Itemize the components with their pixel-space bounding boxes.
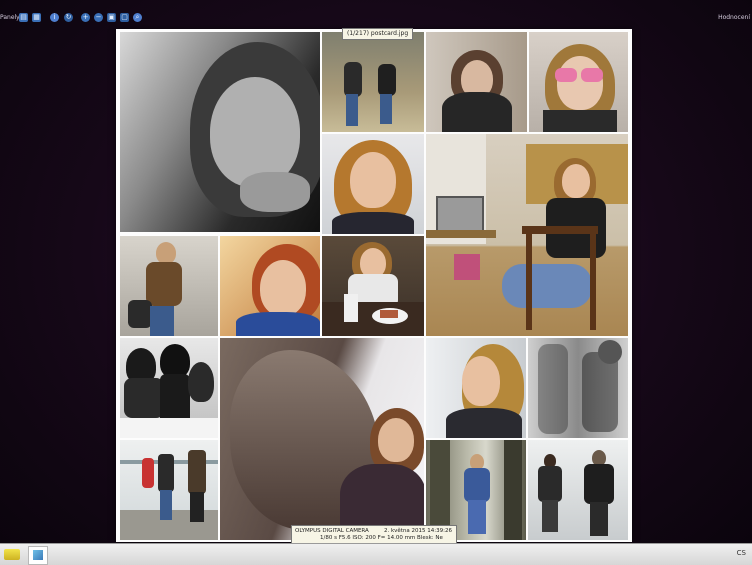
zoom-in-icon[interactable]: + — [81, 13, 90, 22]
image-viewer-icon — [33, 550, 43, 560]
photo-tile-curly-smile — [322, 134, 424, 234]
taskbar-app-viewer[interactable] — [28, 546, 48, 565]
info-icon[interactable]: i — [50, 13, 59, 22]
photo-tile-cafe-table — [322, 236, 424, 336]
search-icon[interactable]: ⌕ — [133, 13, 142, 22]
photo-tile-walking-couple — [322, 32, 424, 132]
viewer-toolbar: Panely: ▤ ▦ i ↻ + − ▣ ▢ ⌕ Hodnocení — [0, 10, 752, 28]
refresh-icon[interactable]: ↻ — [64, 13, 73, 22]
photo-tile-sandstone-rock — [220, 338, 424, 540]
photo-tile-backpack — [120, 236, 218, 336]
photo-tile-bw-group — [120, 338, 218, 438]
taskbar: CS — [0, 543, 752, 565]
filename-tooltip: (1/217) postcard.jpg — [342, 28, 414, 40]
photo-tile-pink-binoculars — [529, 32, 628, 132]
tray-language[interactable]: CS — [737, 549, 746, 557]
panel-icon[interactable]: ▤ — [19, 13, 28, 22]
photo-tile-chin-portrait — [426, 32, 527, 132]
fullscreen-icon[interactable]: ▢ — [120, 13, 129, 22]
image-canvas[interactable] — [116, 29, 632, 542]
exif-camera: OLYMPUS DIGITAL CAMERA — [295, 528, 369, 534]
zoom-out-icon[interactable]: − — [94, 13, 103, 22]
grid-icon[interactable]: ▦ — [32, 13, 41, 22]
photo-tile-red-hair-laugh — [220, 236, 320, 336]
photo-tile-bw-portrait — [120, 32, 320, 232]
exif-info-tooltip: OLYMPUS DIGITAL CAMERA 2. května 2015 14… — [291, 525, 457, 544]
photo-tile-pier-walkers — [120, 440, 218, 540]
photo-tile-chair-room — [426, 134, 628, 336]
fit-icon[interactable]: ▣ — [107, 13, 116, 22]
start-button[interactable] — [4, 549, 20, 560]
photo-tile-two-walkers — [528, 440, 628, 540]
photo-tile-double-exposure — [528, 338, 628, 438]
exif-exposure: 1/80 s F5.6 ISO: 200 F= 14.00 mm Blesk: … — [320, 535, 443, 541]
photo-tile-profile-thinking — [426, 338, 526, 438]
rating-label[interactable]: Hodnocení — [718, 14, 750, 21]
exif-date: 2. května 2015 14:39:26 — [383, 528, 452, 534]
